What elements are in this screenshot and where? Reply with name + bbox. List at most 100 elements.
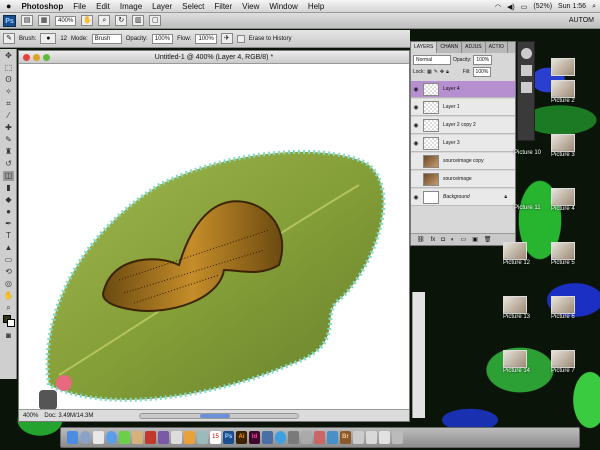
arrange-documents-icon[interactable]: ▥ bbox=[132, 15, 145, 26]
adjustment-layer-icon[interactable]: ◐ bbox=[451, 237, 455, 243]
marquee-tool-icon[interactable]: ⬚ bbox=[3, 63, 14, 73]
utility-icon[interactable] bbox=[301, 431, 312, 444]
desktop-icon-picture-7[interactable]: Picture 7 bbox=[551, 350, 575, 374]
link-layers-icon[interactable]: ⛓ bbox=[417, 236, 425, 243]
system-preferences-icon[interactable] bbox=[288, 431, 299, 444]
lock-move-icon[interactable]: ✥ bbox=[440, 69, 444, 75]
screen-mode-icon[interactable]: ▢ bbox=[149, 15, 162, 26]
eraser-tool-preset-icon[interactable]: ✎ bbox=[3, 33, 15, 44]
desktop-icon-picture-11[interactable]: Picture 11 bbox=[514, 205, 541, 211]
visibility-eye-icon[interactable]: ◉ bbox=[411, 86, 421, 93]
layer-mask-icon[interactable]: ◘ bbox=[441, 237, 445, 243]
dodge-tool-icon[interactable]: ● bbox=[3, 207, 14, 217]
zoom-level-select[interactable]: 400% bbox=[55, 15, 77, 26]
quick-select-tool-icon[interactable]: ✧ bbox=[3, 87, 14, 97]
tab-actions[interactable]: ACTIO bbox=[486, 42, 508, 53]
zoom-window-icon[interactable] bbox=[43, 54, 50, 61]
visibility-eye-icon[interactable]: ◉ bbox=[411, 104, 421, 111]
trash-icon[interactable] bbox=[392, 431, 403, 444]
downloads-stack-icon[interactable] bbox=[379, 431, 390, 444]
close-window-icon[interactable] bbox=[23, 54, 30, 61]
zoom-tool-icon[interactable]: ⌕ bbox=[98, 15, 111, 26]
finder-icon[interactable] bbox=[67, 431, 78, 444]
app-menu[interactable]: Photoshop bbox=[21, 2, 63, 11]
horizontal-scrollbar[interactable] bbox=[139, 412, 300, 419]
menu-window[interactable]: Window bbox=[269, 2, 297, 11]
clock[interactable]: Sun 1:56 bbox=[558, 3, 586, 10]
zoom-tool-icon-2[interactable]: ⌕ bbox=[3, 303, 14, 313]
mail-icon[interactable] bbox=[93, 431, 104, 444]
layer-opacity-field[interactable]: 100% bbox=[473, 54, 493, 65]
blur-tool-icon[interactable]: ◆ bbox=[3, 195, 14, 205]
desktop-icon-picture-5[interactable]: Picture 5 bbox=[551, 242, 575, 266]
menu-file[interactable]: File bbox=[73, 2, 86, 11]
desktop-icon-picture-12[interactable]: Picture 12 bbox=[503, 242, 530, 266]
fill-field[interactable]: 100% bbox=[472, 66, 492, 77]
wifi-icon[interactable]: ◠ bbox=[495, 3, 501, 11]
color-panel-icon[interactable] bbox=[521, 65, 532, 76]
menu-layer[interactable]: Layer bbox=[152, 2, 172, 11]
hand-tool-icon-2[interactable]: ✋ bbox=[3, 291, 14, 301]
desktop-icon-picture-3[interactable]: Picture 3 bbox=[551, 134, 575, 158]
lock-all-icon[interactable]: 🔒︎ bbox=[446, 69, 449, 75]
visibility-eye-icon[interactable]: ◉ bbox=[411, 122, 421, 129]
spotlight-icon[interactable]: ⌕ bbox=[592, 3, 596, 11]
healing-brush-tool-icon[interactable]: ✚ bbox=[3, 123, 14, 133]
desktop-icon-picture-10[interactable]: Picture 10 bbox=[514, 150, 541, 156]
garageband-icon[interactable] bbox=[184, 431, 195, 444]
tab-channels[interactable]: CHANN bbox=[437, 42, 463, 53]
layer-row[interactable]: ◉ Background 🔒︎ bbox=[411, 189, 515, 206]
app-icon[interactable] bbox=[314, 431, 325, 444]
itunes-icon[interactable] bbox=[145, 431, 156, 444]
menu-help[interactable]: Help bbox=[308, 2, 324, 11]
eyedropper-tool-icon[interactable]: ⁄ bbox=[3, 111, 14, 121]
workspace-switcher[interactable]: AUTOM bbox=[569, 17, 594, 24]
lasso-tool-icon[interactable]: ʘ bbox=[3, 75, 14, 85]
layer-row[interactable]: ◉ Layer 4 bbox=[411, 81, 515, 98]
mode-select[interactable]: Brush bbox=[91, 33, 122, 44]
app-icon[interactable] bbox=[327, 431, 338, 444]
document-title[interactable]: Untitled-1 @ 400% (Layer 4, RGB/8) * bbox=[19, 51, 409, 64]
3d-panel-icon[interactable] bbox=[521, 48, 532, 59]
menu-image[interactable]: Image bbox=[120, 2, 142, 11]
apple-menu-icon[interactable]: ● bbox=[6, 1, 11, 11]
battery-icon[interactable]: ▭ bbox=[521, 3, 528, 11]
hand-tool-icon[interactable]: ✋ bbox=[81, 15, 94, 26]
illustrator-dock-icon[interactable]: Ai bbox=[236, 431, 247, 444]
image-canvas[interactable] bbox=[19, 65, 409, 409]
clone-stamp-tool-icon[interactable]: ♜ bbox=[3, 147, 14, 157]
minimize-window-icon[interactable] bbox=[33, 54, 40, 61]
desktop-icon-picture-13[interactable]: Picture 13 bbox=[503, 296, 530, 320]
airbrush-toggle-icon[interactable]: ✈ bbox=[220, 33, 233, 44]
pen-tool-icon[interactable]: ✒ bbox=[3, 219, 14, 229]
iphoto-icon[interactable] bbox=[158, 431, 169, 444]
path-select-tool-icon[interactable]: ▲ bbox=[3, 243, 14, 253]
tab-layers[interactable]: LAYERS bbox=[411, 42, 438, 53]
eraser-tool-icon[interactable]: ◫ bbox=[3, 171, 14, 181]
brush-preset-picker[interactable]: ● bbox=[40, 33, 57, 44]
safari-icon[interactable] bbox=[106, 431, 117, 444]
volume-icon[interactable]: ◀) bbox=[507, 3, 515, 11]
documents-stack-icon[interactable] bbox=[366, 431, 377, 444]
layer-row[interactable]: ◉ Layer 1 bbox=[411, 99, 515, 116]
menu-select[interactable]: Select bbox=[182, 2, 204, 11]
minibridge-button[interactable]: ▦ bbox=[38, 15, 50, 26]
desktop-icon-picture-6[interactable]: Picture 6 bbox=[551, 296, 575, 320]
desktop-icon-picture-2[interactable]: Picture 2 bbox=[551, 80, 575, 104]
rotate-view-icon[interactable]: ↻ bbox=[115, 15, 128, 26]
lock-paint-icon[interactable]: ✎ bbox=[434, 69, 438, 75]
status-zoom[interactable]: 400% bbox=[23, 413, 38, 419]
acrobat-icon[interactable] bbox=[262, 431, 273, 444]
bridge-button[interactable]: ▤ bbox=[21, 15, 33, 26]
status-doc-info[interactable]: Doc: 3.49M/14.3M bbox=[44, 413, 93, 419]
erase-history-checkbox[interactable] bbox=[236, 34, 245, 43]
address-book-icon[interactable] bbox=[132, 431, 143, 444]
delete-layer-icon[interactable]: 🗑︎ bbox=[484, 236, 492, 243]
swatches-panel-icon[interactable] bbox=[521, 82, 532, 93]
visibility-eye-icon[interactable]: ◉ bbox=[411, 194, 421, 201]
photoshop-dock-icon[interactable]: Ps bbox=[223, 431, 234, 444]
horizontal-scroll-thumb[interactable] bbox=[200, 413, 231, 418]
type-tool-icon[interactable]: T bbox=[3, 231, 14, 241]
network-icon[interactable] bbox=[275, 431, 286, 444]
blend-mode-select[interactable]: Normal bbox=[413, 54, 451, 65]
